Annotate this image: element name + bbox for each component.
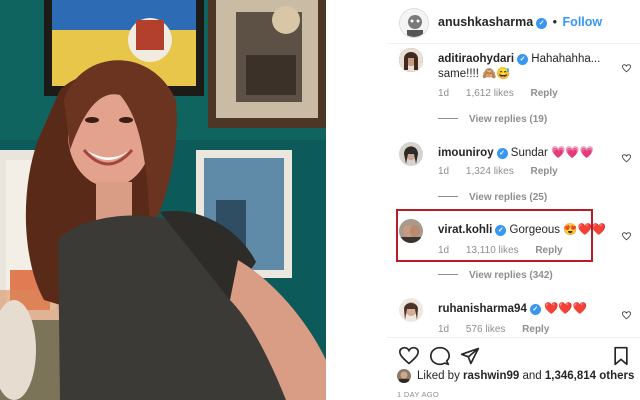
verified-badge-icon: ✓ (536, 18, 548, 29)
comment-item: ruhanisharma94 ✓ ❤️❤️❤️ 1d 576 likes Repl… (387, 298, 640, 338)
comment-like-icon[interactable] (621, 150, 632, 163)
comment-text: ❤️❤️❤️ (544, 303, 588, 315)
commenter-avatar[interactable] (399, 298, 423, 322)
verified-badge-icon: ✓ (529, 304, 541, 315)
replies-divider (438, 274, 458, 275)
post-author-line: anushkasharma ✓ • Follow (438, 15, 602, 29)
share-icon[interactable] (460, 346, 480, 366)
comment-meta: 1d 576 likes Reply (438, 324, 563, 335)
comment-like-icon[interactable] (621, 228, 632, 241)
comment-item: imouniroy ✓ Sundar 💗💗💗 1d 1,324 likes Rep… (387, 142, 640, 206)
view-replies-button[interactable]: View replies (19) (438, 114, 547, 125)
comment-username[interactable]: imouniroy (438, 147, 494, 159)
follow-button[interactable]: Follow (563, 15, 603, 29)
commenter-avatar[interactable] (399, 142, 423, 166)
liker-username[interactable]: rashwin99 (463, 370, 519, 382)
commenter-avatar[interactable] (399, 48, 423, 72)
likes-summary: Liked by rashwin99 and 1,346,814 others (397, 369, 640, 385)
comment-age: 1d (438, 324, 450, 335)
likes-others-count[interactable]: 1,346,814 others (545, 370, 635, 382)
comment-age: 1d (438, 166, 450, 177)
post-photo (0, 0, 326, 400)
highlight-box (396, 209, 593, 262)
verified-badge-icon: ✓ (496, 148, 508, 159)
likes-text: Liked by rashwin99 and 1,346,814 others (417, 370, 634, 382)
view-replies-button[interactable]: View replies (25) (438, 192, 547, 203)
comment-body: aditiraohydari ✓ Hahahahha... same!!!! 🙈😅 (438, 52, 613, 82)
bookmark-icon[interactable] (611, 346, 631, 366)
post-timestamp: 1 DAY AGO (397, 390, 440, 399)
comment-icon[interactable] (430, 346, 450, 366)
comment-body: imouniroy ✓ Sundar 💗💗💗 (438, 146, 613, 161)
verified-badge-icon: ✓ (517, 54, 529, 65)
liker-avatar[interactable] (397, 369, 411, 383)
comment-meta: 1d 1,612 likes Reply (438, 88, 572, 99)
reply-button[interactable]: Reply (522, 324, 549, 335)
comment-item: aditiraohydari ✓ Hahahahha... same!!!! 🙈😅… (387, 48, 640, 126)
comment-meta: 1d 1,324 likes Reply (438, 166, 572, 177)
comment-text: Sundar 💗💗💗 (510, 147, 595, 159)
post-sidebar: anushkasharma ✓ • Follow aditiraohydari ✓ … (387, 0, 640, 400)
reply-button[interactable]: Reply (531, 88, 558, 99)
header-separator: • (552, 15, 558, 29)
comment-username[interactable]: ruhanisharma94 (438, 303, 527, 315)
post-header: anushkasharma ✓ • Follow (387, 0, 640, 44)
likes-prefix: Liked by (417, 370, 460, 382)
comment-like-icon[interactable] (621, 60, 632, 73)
comment-age: 1d (438, 88, 450, 99)
author-avatar[interactable] (399, 8, 429, 38)
comment-likes[interactable]: 576 likes (466, 324, 505, 335)
comment-likes[interactable]: 1,324 likes (466, 166, 514, 177)
likes-conjunction: and (522, 370, 542, 382)
replies-divider (438, 118, 458, 119)
comment-username[interactable]: aditiraohydari (438, 53, 514, 65)
reply-button[interactable]: Reply (531, 166, 558, 177)
comment-likes[interactable]: 1,612 likes (466, 88, 514, 99)
heart-icon[interactable] (398, 346, 420, 366)
replies-divider (438, 196, 458, 197)
author-username[interactable]: anushkasharma (438, 15, 533, 29)
comment-like-icon[interactable] (621, 307, 632, 320)
view-replies-button[interactable]: View replies (342) (438, 270, 553, 281)
comment-body: ruhanisharma94 ✓ ❤️❤️❤️ (438, 302, 613, 317)
post-actions-bar (387, 337, 640, 367)
